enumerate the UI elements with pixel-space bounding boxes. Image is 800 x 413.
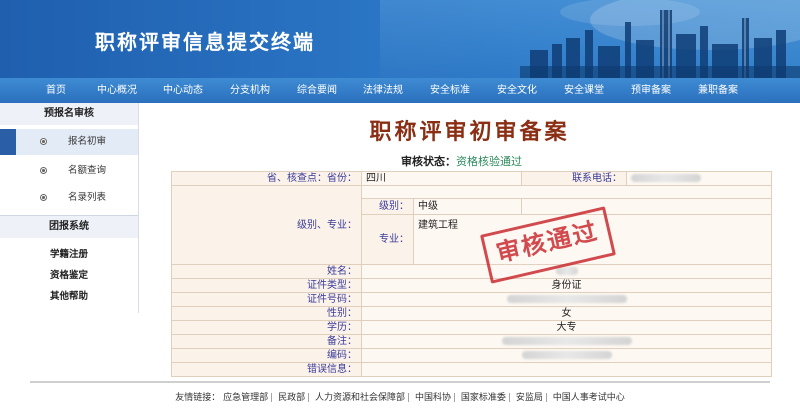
level-extra-cell (521, 198, 772, 216)
footer-separator: | (507, 393, 511, 403)
sidebar-link-qualification[interactable]: 资格鉴定 (0, 266, 138, 286)
nav-pre-review[interactable]: 预审备案 (631, 78, 671, 103)
nav-laws[interactable]: 法律法规 (363, 78, 403, 103)
status-value: 资格核验通过 (456, 155, 522, 168)
site-banner: 职称评审信息提交终端 (0, 0, 800, 78)
level-value: 中级 (413, 198, 522, 216)
review-form-table: 省、核查点：省份： 四川 联系电话： 级别、专业： 级别： 中级 专业： 建筑工… (171, 171, 772, 377)
table-row: 错误信息： (171, 362, 772, 377)
review-status: 审核状态：资格核验通过 (401, 153, 522, 169)
site-title: 职称评审信息提交终端 (95, 30, 315, 54)
education-label: 学历： (171, 320, 362, 335)
sidebar-item-initial-review[interactable]: 报名初审 (0, 129, 138, 155)
footer-prefix: 友情链接： (175, 393, 221, 403)
sidebar-section-group: 团报系统 (0, 216, 138, 238)
level-major-label: 级别、专业： (171, 185, 362, 265)
radio-bullet-icon (40, 167, 47, 174)
main-content: 职称评审初审备案 审核状态：资格核验通过 省、核查点：省份： 四川 联系电话： … (139, 103, 800, 379)
table-row: 编码： (171, 348, 772, 363)
page-title: 职称评审初审备案 (369, 119, 570, 145)
sidebar: 预报名审核 报名初审 名额查询 名录列表 团报系统 学籍注册 资格鉴定 其他帮助 (0, 103, 139, 313)
phone-value-redacted (626, 171, 772, 186)
province-label: 省、核查点：省份： (171, 171, 362, 186)
major-label: 专业： (361, 214, 414, 265)
status-label: 审核状态： (401, 155, 456, 168)
nav-general-news[interactable]: 综合要闻 (297, 78, 337, 103)
sidebar-link-registration[interactable]: 学籍注册 (0, 245, 138, 265)
footer-separator: | (307, 393, 311, 403)
sidebar-item-roster-list[interactable]: 名录列表 (0, 185, 138, 211)
nav-safety-standards[interactable]: 安全标准 (430, 78, 470, 103)
footer-link-safety-bureau[interactable]: 安监局 (516, 393, 543, 403)
remarks-redacted (361, 334, 772, 349)
footer-link-exam-center[interactable]: 中国人事考试中心 (553, 393, 625, 403)
remarks-label: 备注： (171, 334, 362, 349)
footer-link-emergency[interactable]: 应急管理部 (223, 393, 268, 403)
sidebar-section-prereg: 预报名审核 (0, 103, 138, 125)
table-row: 证件号码： (171, 292, 772, 307)
nav-branches[interactable]: 分支机构 (230, 78, 270, 103)
table-row: 证件类型： 身份证 (171, 278, 772, 293)
radio-bullet-icon (40, 138, 47, 145)
gender-label: 性别： (171, 306, 362, 321)
nav-safety-class[interactable]: 安全课堂 (564, 78, 604, 103)
sidebar-link-help[interactable]: 其他帮助 (0, 287, 138, 307)
name-label: 姓名： (171, 264, 362, 279)
level-label: 级别： (361, 198, 414, 216)
footer-link-cast[interactable]: 中国科协 (415, 393, 451, 403)
footer-separator: | (270, 393, 274, 403)
nav-center-overview[interactable]: 中心概况 (97, 78, 137, 103)
sidebar-item-quota-query[interactable]: 名额查询 (0, 158, 138, 184)
gender-value: 女 (361, 306, 772, 321)
table-row: 备注： (171, 334, 772, 349)
footer-separator: | (407, 393, 411, 403)
id-type-value: 身份证 (361, 278, 772, 293)
table-row: 级别、专业： (171, 184, 772, 265)
sidebar-item-label: 名额查询 (68, 165, 107, 176)
error-info-value (361, 362, 772, 377)
main-nav: 首页 中心概况 中心动态 分支机构 综合要闻 法律法规 安全标准 安全文化 安全… (0, 78, 800, 104)
id-number-label: 证件号码： (171, 292, 362, 307)
table-row: 省、核查点：省份： 四川 联系电话： (171, 171, 772, 186)
phone-label: 联系电话： (521, 171, 627, 186)
footer-divider (30, 381, 770, 383)
code-label: 编码： (171, 348, 362, 363)
nav-parttime-record[interactable]: 兼职备案 (698, 78, 738, 103)
radio-bullet-icon (40, 194, 47, 201)
name-value-redacted (361, 264, 772, 279)
footer-link-hr-social[interactable]: 人力资源和社会保障部 (315, 393, 405, 403)
code-redacted (361, 348, 772, 363)
province-value: 四川 (361, 171, 522, 186)
footer-link-civil-affairs[interactable]: 民政部 (278, 393, 305, 403)
sidebar-item-label: 名录列表 (68, 192, 107, 203)
table-row: 性别： 女 (171, 306, 772, 321)
table-row: 姓名： (171, 264, 772, 279)
industrial-skyline-image (380, 0, 800, 78)
education-value: 大专 (361, 320, 772, 335)
footer-link-standards[interactable]: 国家标准委 (461, 393, 506, 403)
footer-separator: | (452, 393, 456, 403)
footer-separator: | (544, 393, 548, 403)
footer-links: 友情链接： 应急管理部 | 民政部 | 人力资源和社会保障部 | 中国科协 | 国家标准… (0, 390, 800, 403)
id-number-redacted (361, 292, 772, 307)
sidebar-item-label: 报名初审 (68, 136, 107, 147)
error-info-label: 错误信息： (171, 362, 362, 377)
nav-safety-culture[interactable]: 安全文化 (497, 78, 537, 103)
spacer-cell (361, 184, 772, 200)
id-type-label: 证件类型： (171, 278, 362, 293)
nav-home[interactable]: 首页 (46, 78, 66, 103)
nav-center-news[interactable]: 中心动态 (163, 78, 203, 103)
table-row: 学历： 大专 (171, 320, 772, 335)
